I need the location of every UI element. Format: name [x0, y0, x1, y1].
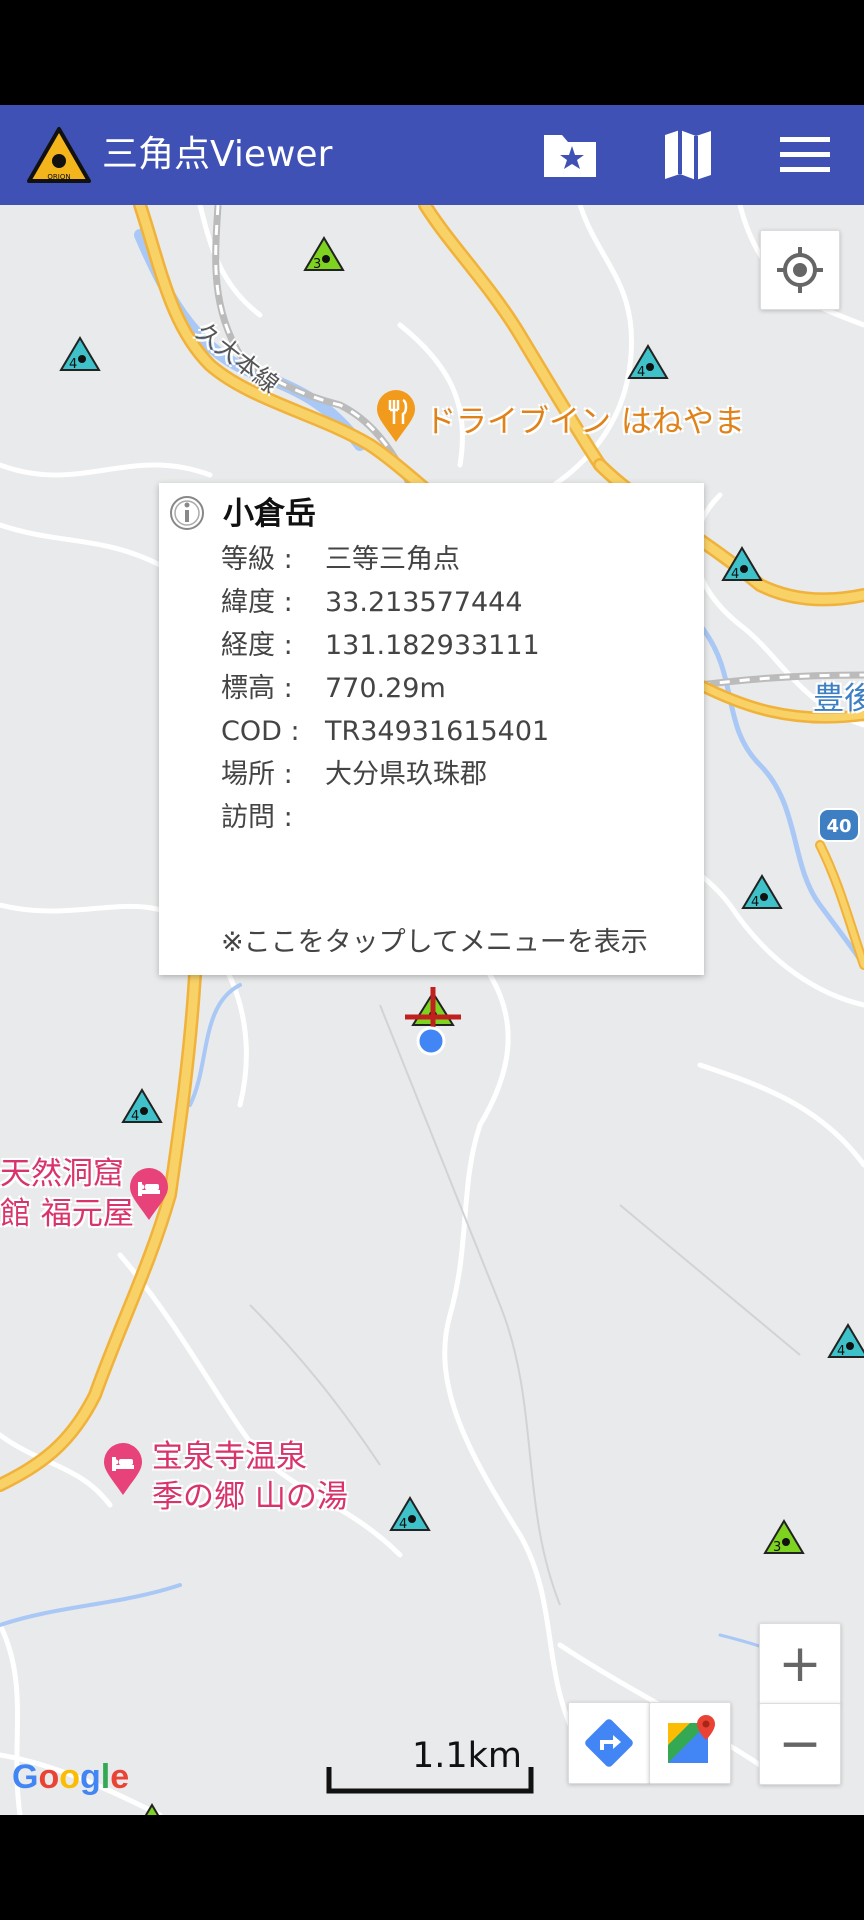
- info-key: 場所 :: [221, 759, 293, 790]
- google-maps-icon: [668, 1715, 715, 1763]
- google-attribution[interactable]: Google: [12, 1758, 129, 1797]
- info-key: 等級 :: [221, 544, 293, 575]
- info-value: 大分県玖珠郡: [325, 759, 487, 790]
- info-tap-note: ※ここをタップしてメニューを表示: [221, 927, 648, 958]
- app-title: 三角点Viewer: [102, 134, 333, 175]
- my-location-button[interactable]: [760, 230, 840, 310]
- triangulation-point-marker[interactable]: 4: [388, 1495, 432, 1533]
- marker-grade-label: 4: [637, 365, 645, 380]
- info-window[interactable]: 小倉岳 等級 : 三等三角点 緯度 : 33.213577444 経度 : 131.1…: [159, 483, 704, 975]
- triangulation-point-marker[interactable]: 3: [130, 1802, 174, 1815]
- open-google-maps-button[interactable]: [649, 1702, 731, 1784]
- info-value: TR34931615401: [325, 716, 550, 747]
- info-row-visited: 訪問 :: [221, 798, 325, 838]
- route-40-label: 40: [826, 816, 851, 837]
- map-view[interactable]: 久大本線 ドライブイン はねやま 豊後 40 天然洞窟 館 福元屋 宝泉寺温泉 …: [0, 205, 864, 1815]
- app-bar: ORION 三角点Viewer: [0, 105, 864, 205]
- info-value: 33.213577444: [325, 587, 523, 618]
- zoom-in-label: +: [778, 1634, 822, 1694]
- info-row-code: COD : TR34931615401: [221, 712, 549, 752]
- restaurant-pin-icon[interactable]: [375, 390, 417, 444]
- info-row-longitude: 経度 : 131.182933111: [221, 626, 540, 666]
- poi-label-bungo: 豊後: [813, 681, 864, 717]
- triangulation-point-marker[interactable]: 4: [720, 545, 764, 583]
- zoom-out-label: −: [778, 1714, 822, 1774]
- info-key: 緯度 :: [221, 587, 293, 618]
- triangulation-point-marker[interactable]: 4: [626, 343, 670, 381]
- triangulation-point-marker[interactable]: 4: [740, 873, 784, 911]
- poi-label-onsen-line1[interactable]: 宝泉寺温泉: [152, 1438, 307, 1476]
- info-row-grade: 等級 : 三等三角点: [221, 540, 460, 580]
- triangulation-point-marker[interactable]: 3: [762, 1518, 806, 1556]
- info-key: 経度 :: [221, 630, 293, 661]
- status-bar: [0, 0, 864, 105]
- marker-grade-label: 4: [131, 1109, 139, 1124]
- hotel-pin-icon[interactable]: [128, 1168, 170, 1222]
- info-row-elevation: 標高 : 770.29m: [221, 669, 446, 709]
- triangulation-point-marker[interactable]: 4: [120, 1087, 164, 1125]
- map-icon[interactable]: [659, 127, 717, 183]
- info-title: 小倉岳: [223, 496, 316, 532]
- scale-label: 1.1km: [412, 1736, 523, 1776]
- poi-label-cave-line2[interactable]: 館 福元屋: [0, 1195, 134, 1233]
- directions-button[interactable]: [568, 1702, 650, 1784]
- marker-grade-label: 4: [751, 895, 759, 910]
- info-value: 131.182933111: [325, 630, 540, 661]
- directions-icon: [585, 1719, 633, 1767]
- poi-label-cave-line1[interactable]: 天然洞窟: [0, 1155, 124, 1193]
- route-40-shield-icon: 40: [818, 808, 860, 842]
- poi-label-onsen-line2[interactable]: 季の郷 山の湯: [152, 1478, 348, 1516]
- info-key: 標高 :: [221, 673, 293, 704]
- info-row-latitude: 緯度 : 33.213577444: [221, 583, 523, 623]
- info-key: COD :: [221, 716, 300, 747]
- marker-grade-label: 3: [773, 1540, 781, 1555]
- marker-grade-label: 4: [731, 567, 739, 582]
- marker-grade-label: 4: [837, 1344, 845, 1359]
- triangulation-point-marker[interactable]: 4: [58, 335, 102, 373]
- triangulation-point-marker[interactable]: 4: [826, 1322, 864, 1360]
- info-value: 三等三角点: [325, 544, 460, 575]
- info-icon: [170, 496, 204, 530]
- marker-grade-label: 4: [399, 1517, 407, 1532]
- zoom-in-button[interactable]: +: [759, 1623, 841, 1705]
- marker-grade-label: 4: [69, 357, 77, 372]
- onsen-pin-icon[interactable]: [102, 1443, 144, 1497]
- current-location-dot: [416, 1026, 446, 1056]
- marker-grade-label: 3: [313, 257, 321, 272]
- info-key: 訪問 :: [221, 802, 293, 833]
- app-logo-icon: ORION: [27, 127, 91, 183]
- navigation-bar: [0, 1815, 864, 1920]
- folder-star-icon[interactable]: [541, 127, 599, 183]
- zoom-out-button[interactable]: −: [759, 1703, 841, 1785]
- crosshair-target-icon: [777, 247, 823, 293]
- hamburger-menu-icon[interactable]: [776, 127, 834, 183]
- poi-label-drive-in[interactable]: ドライブイン はねやま: [425, 403, 745, 441]
- info-row-location: 場所 : 大分県玖珠郡: [221, 755, 487, 795]
- triangulation-point-marker[interactable]: 3: [302, 235, 346, 273]
- app-logo-text: ORION: [47, 173, 70, 181]
- info-value: 770.29m: [325, 673, 446, 704]
